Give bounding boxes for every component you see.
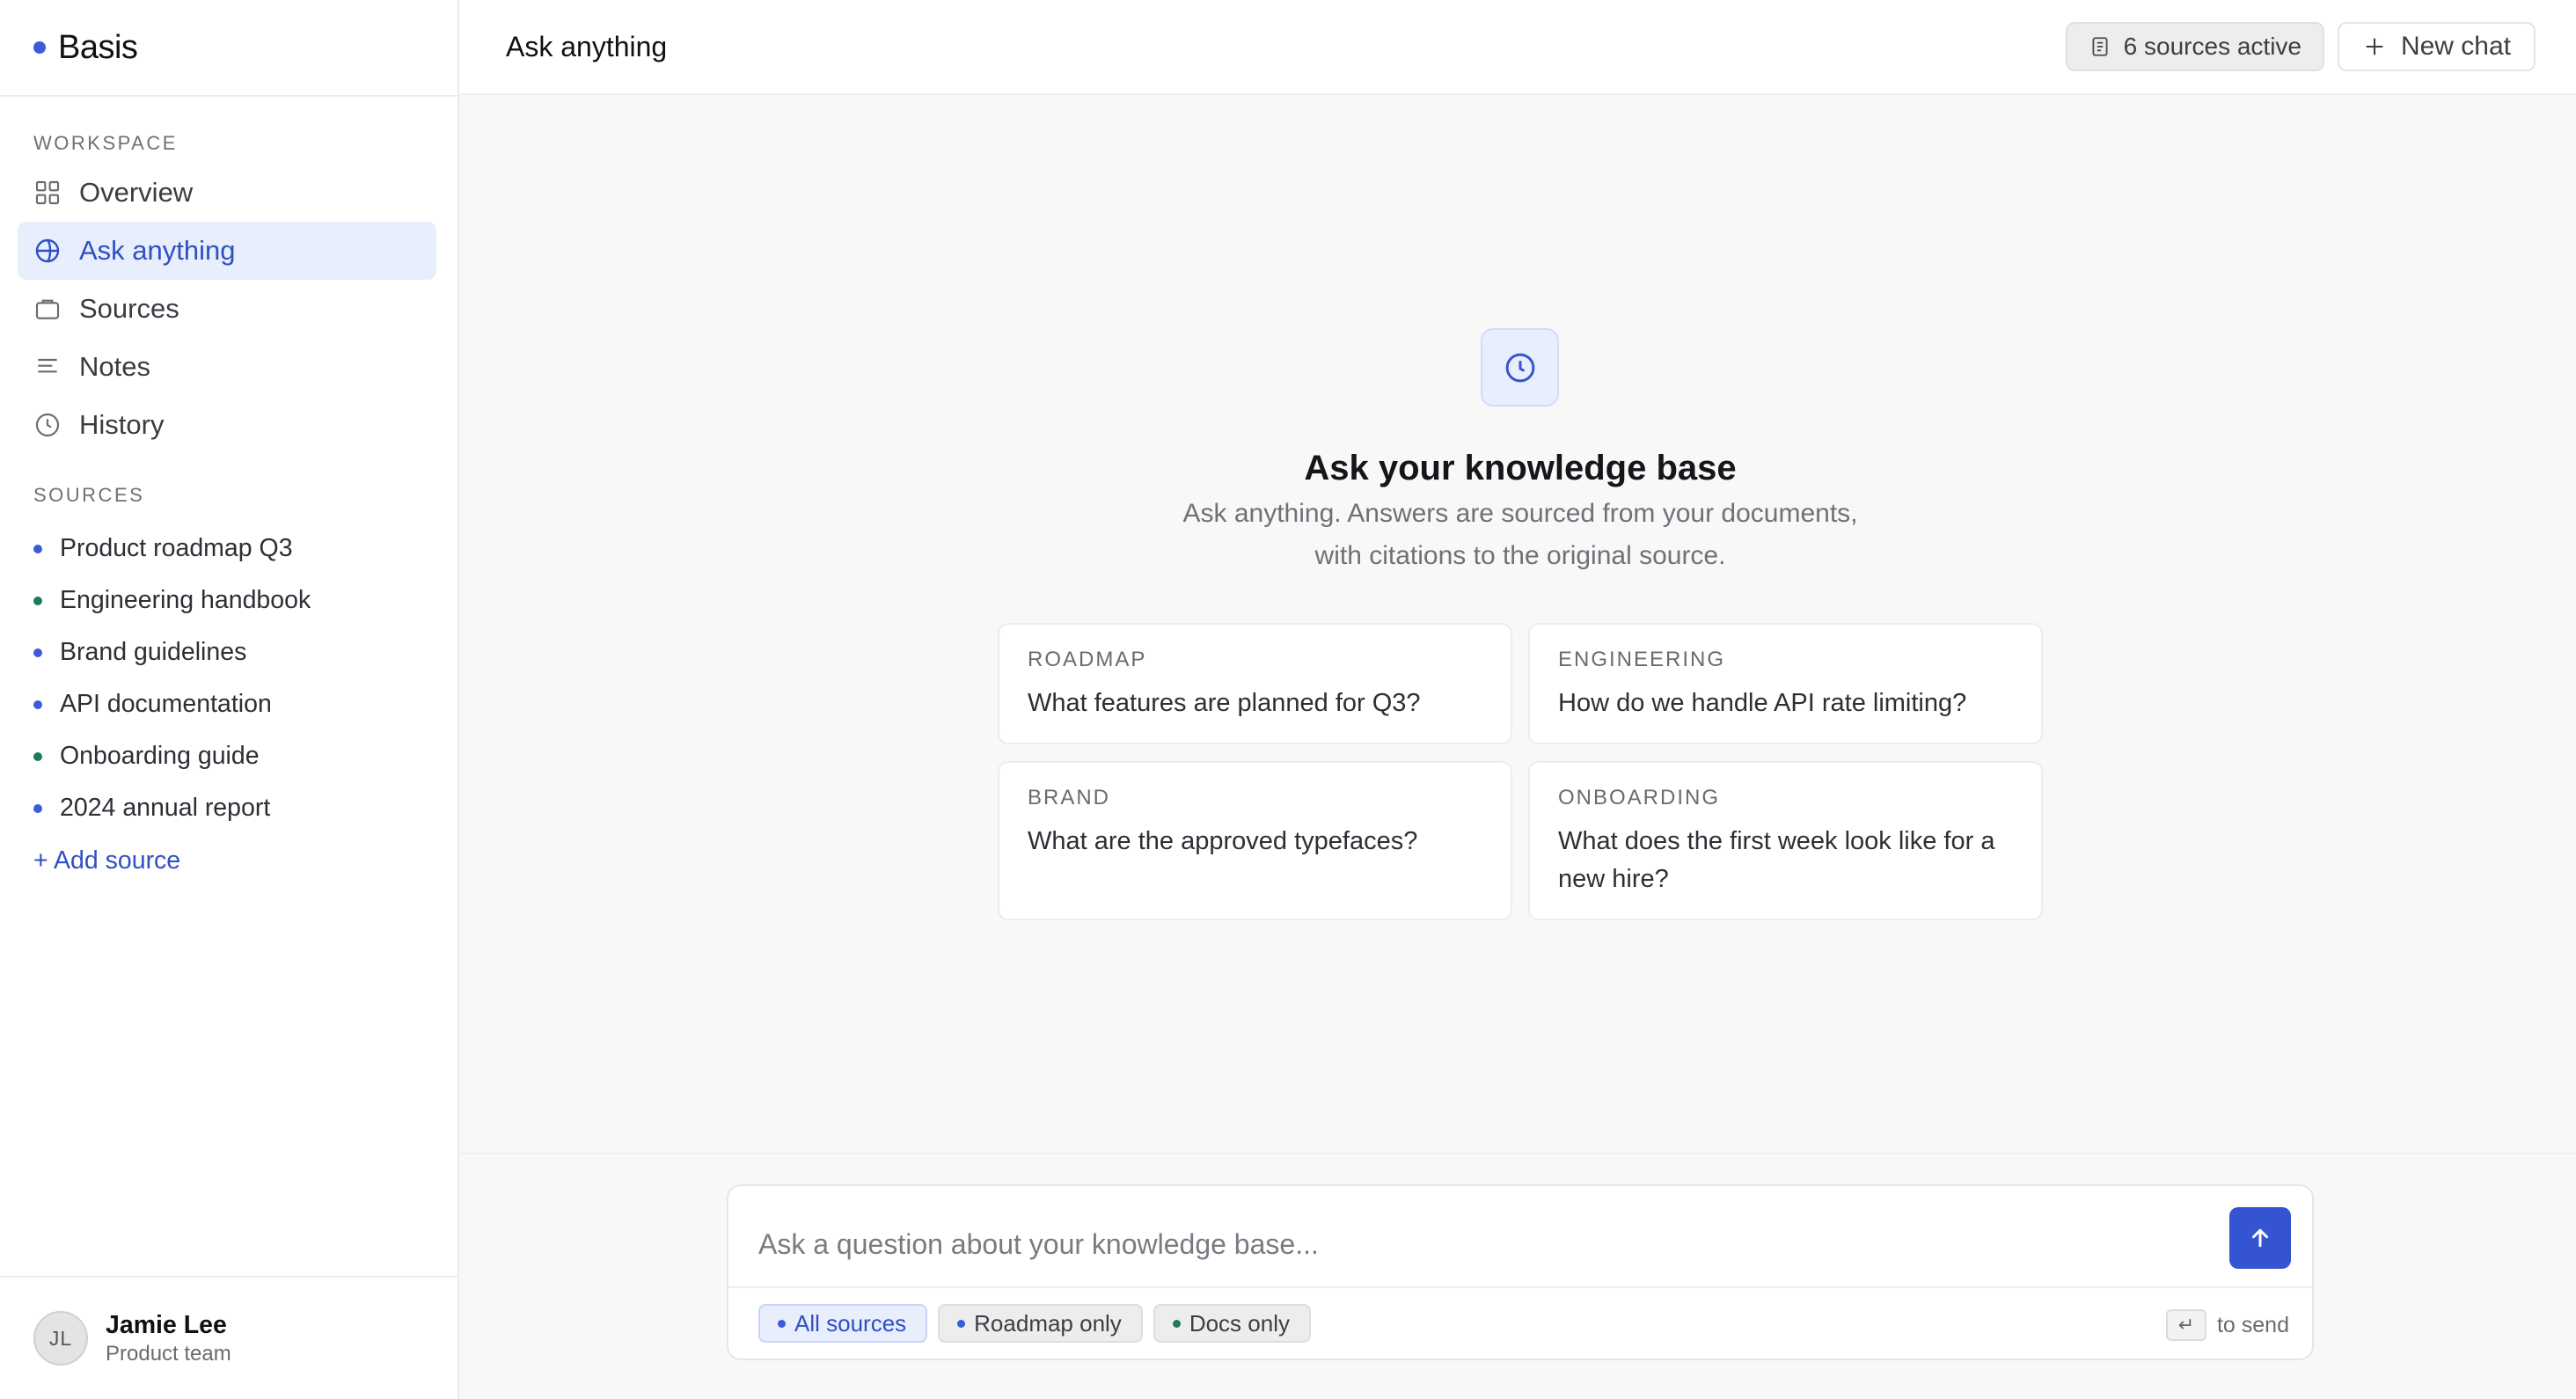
user-team: Product team (106, 1341, 231, 1366)
composer: All sources Roadmap only Docs only ↵ to … (727, 1184, 2314, 1360)
sources-list: SOURCES Product roadmap Q3 Engineering h… (0, 484, 459, 875)
hero-subtitle: Ask anything. Answers are sourced from y… (1056, 493, 1985, 577)
source-label: API documentation (60, 690, 272, 718)
hero-title: Ask your knowledge base (1304, 449, 1737, 487)
sidebar-item-ask-anything[interactable]: Ask anything (18, 222, 436, 280)
source-item-api-documentation[interactable]: API documentation (0, 678, 459, 730)
document-icon (2092, 37, 2108, 56)
sidebar-item-history[interactable]: History (18, 396, 436, 454)
source-dot (33, 700, 42, 709)
source-dot (33, 751, 42, 761)
send-hint: ↵ to send (2165, 1309, 2289, 1341)
lines-icon (33, 353, 62, 381)
sidebar-item-label: Notes (79, 351, 150, 382)
app: Basis WORKSPACE Overview Ask anything So… (0, 0, 2576, 1399)
globe-icon (33, 237, 62, 265)
chip-label: Docs only (1189, 1309, 1290, 1337)
user-name: Jamie Lee (106, 1310, 227, 1339)
composer-divider (728, 1286, 2312, 1288)
card-question: What are the approved typefaces? (1028, 827, 1418, 855)
chip-label: Roadmap only (974, 1309, 1122, 1337)
card-question: How do we handle API rate limiting? (1558, 689, 1967, 717)
sources-active-label: 6 sources active (2123, 33, 2302, 60)
brand[interactable]: Basis (0, 0, 457, 97)
avatar: JL (33, 1311, 88, 1366)
add-source-link[interactable]: + Add source (0, 846, 459, 875)
workspace-nav: WORKSPACE Overview Ask anything Sources (0, 132, 459, 454)
send-hint-label: to send (2216, 1312, 2289, 1337)
sources-active-button[interactable]: 6 sources active (2065, 22, 2324, 71)
new-chat-button[interactable]: New chat (2337, 22, 2536, 71)
sidebar-item-notes[interactable]: Notes (18, 338, 436, 396)
filter-chip-roadmap-only[interactable]: Roadmap only (938, 1304, 1143, 1343)
hero-subtitle-line-2: with citations to the original source. (1314, 541, 1726, 570)
filter-chip-docs-only[interactable]: Docs only (1153, 1304, 1311, 1343)
sources-label: SOURCES (33, 484, 145, 506)
source-label: Onboarding guide (60, 742, 260, 770)
brand-dot (33, 41, 46, 54)
source-item-engineering-handbook[interactable]: Engineering handbook (0, 575, 459, 626)
suggestion-card-brand[interactable]: BRAND What are the approved typefaces? (998, 761, 1512, 920)
user-profile[interactable]: JL Jamie Lee Product team (0, 1276, 459, 1399)
question-input[interactable] (758, 1218, 2184, 1271)
suggestion-card-engineering[interactable]: ENGINEERING How do we handle API rate li… (1528, 623, 2043, 744)
card-tag: ENGINEERING (1558, 648, 1726, 671)
grid-icon (33, 179, 62, 207)
source-label: Engineering handbook (60, 586, 311, 614)
header: Ask anything 6 sources active New chat (459, 0, 2576, 95)
folder-icon (33, 295, 62, 323)
filter-chip-all-sources[interactable]: All sources (758, 1304, 928, 1343)
sidebar-item-label: Ask anything (79, 235, 236, 266)
page-title: Ask anything (506, 30, 668, 62)
source-dot (33, 648, 42, 657)
source-item-product-roadmap[interactable]: Product roadmap Q3 (0, 523, 459, 575)
source-item-annual-report[interactable]: 2024 annual report (0, 782, 459, 834)
clock-icon (1505, 353, 1534, 382)
chip-dot (957, 1319, 966, 1328)
workspace-label: WORKSPACE (33, 132, 178, 154)
card-tag: BRAND (1028, 786, 1111, 809)
source-filters: All sources Roadmap only Docs only (758, 1304, 1311, 1343)
card-tag: ONBOARDING (1558, 786, 1721, 809)
sidebar-item-label: History (79, 409, 165, 440)
chip-label: All sources (794, 1309, 907, 1337)
hero-clock-icon (1481, 328, 1559, 407)
brand-name: Basis (58, 28, 138, 66)
source-dot (33, 803, 42, 813)
arrow-up-icon (2252, 1228, 2268, 1248)
card-question: What does the first week look like for a… (1558, 827, 1995, 893)
clock-icon (33, 411, 62, 439)
sidebar-item-sources[interactable]: Sources (18, 280, 436, 338)
suggestion-card-roadmap[interactable]: ROADMAP What features are planned for Q3… (998, 623, 1512, 744)
source-dot (33, 596, 42, 605)
hero-subtitle-line-1: Ask anything. Answers are sourced from y… (1182, 499, 1858, 528)
send-button[interactable] (2229, 1207, 2291, 1269)
chip-dot (1172, 1319, 1181, 1328)
source-label: Brand guidelines (60, 638, 247, 666)
source-item-brand-guidelines[interactable]: Brand guidelines (0, 626, 459, 678)
sidebar-item-label: Sources (79, 293, 179, 324)
source-label: 2024 annual report (60, 794, 271, 822)
card-question: What features are planned for Q3? (1028, 689, 1421, 717)
enter-key-icon: ↵ (2165, 1309, 2206, 1341)
new-chat-label: New chat (2400, 32, 2511, 61)
source-dot (33, 544, 42, 553)
user-info: Jamie Lee Product team (106, 1311, 231, 1366)
plus-icon (2366, 38, 2383, 55)
card-tag: ROADMAP (1028, 648, 1147, 671)
sidebar-item-label: Overview (79, 177, 194, 208)
source-item-onboarding-guide[interactable]: Onboarding guide (0, 730, 459, 782)
sidebar: Basis WORKSPACE Overview Ask anything So… (0, 0, 459, 1399)
sidebar-item-overview[interactable]: Overview (18, 164, 436, 222)
suggestion-card-onboarding[interactable]: ONBOARDING What does the first week look… (1528, 761, 2043, 920)
chip-dot (778, 1319, 786, 1328)
source-label: Product roadmap Q3 (60, 534, 293, 562)
